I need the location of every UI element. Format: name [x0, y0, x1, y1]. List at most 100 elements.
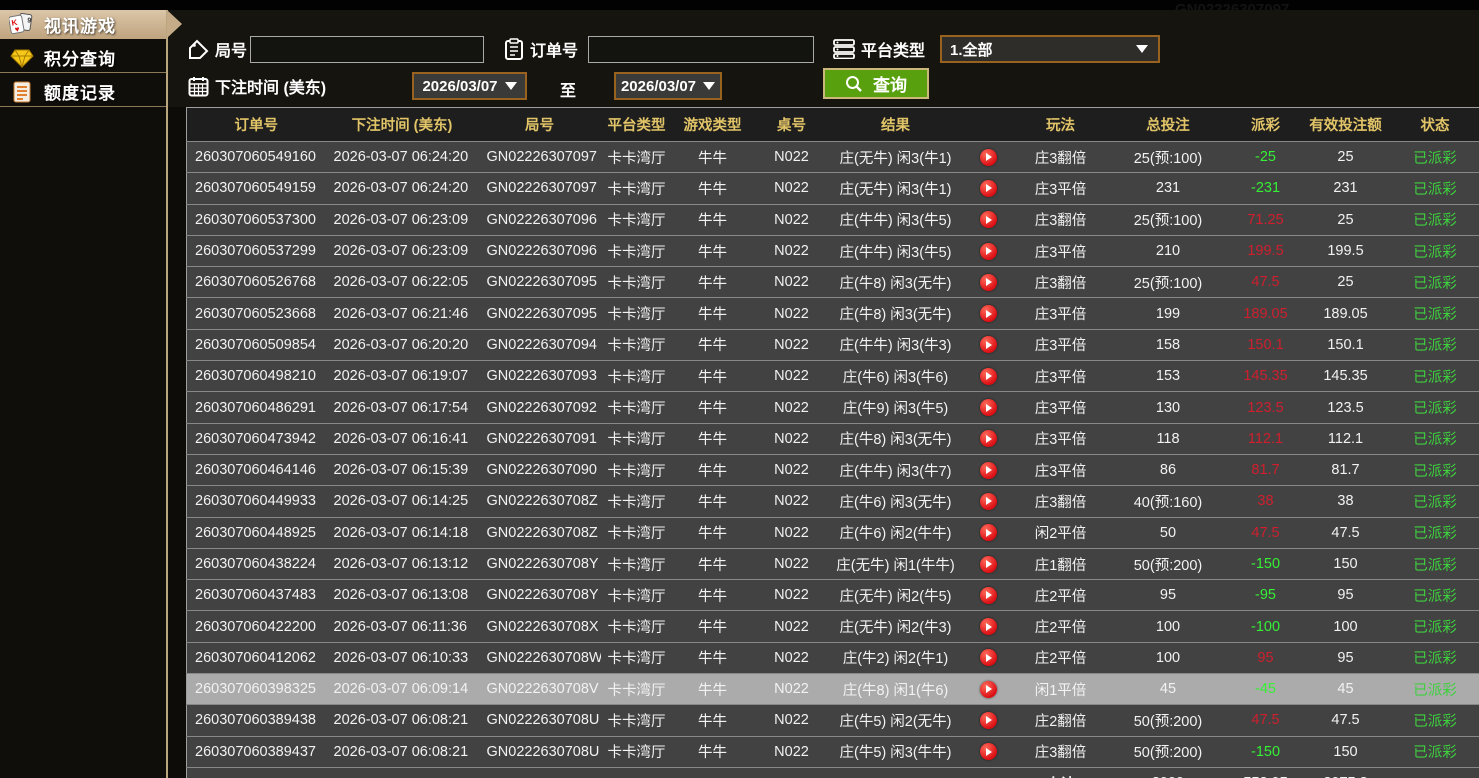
cell-total-bet: 210 — [1106, 235, 1231, 266]
cell-play-type: 庄3平倍 — [1016, 298, 1106, 329]
cell-table-number: N022 — [753, 705, 831, 736]
cell-round-number: GN0222630708X — [479, 611, 601, 642]
cell-total-bet: 95 — [1106, 580, 1231, 611]
table-row[interactable]: 2603070603894382026-03-07 06:08:21GN0222… — [187, 705, 1479, 736]
table-row[interactable]: 2603070603983252026-03-07 06:09:14GN0222… — [187, 674, 1479, 705]
cell-payout: 199.5 — [1231, 235, 1301, 266]
play-icon[interactable] — [980, 430, 997, 447]
play-icon[interactable] — [980, 211, 997, 228]
cell-payout: 145.35 — [1231, 361, 1301, 392]
sidebar-item-points-query[interactable]: 积分查询 — [0, 43, 166, 73]
cell-total-bet: 153 — [1106, 361, 1231, 392]
table-row[interactable]: 2603070605372992026-03-07 06:23:09GN0222… — [187, 235, 1479, 266]
cell-valid-bet: 81.7 — [1301, 454, 1391, 485]
table-row[interactable]: 2603070604862912026-03-07 06:17:54GN0222… — [187, 392, 1479, 423]
table-header: 订单号下注时间 (美东)局号平台类型游戏类型桌号结果玩法总投注派彩有效投注额状态 — [187, 108, 1479, 142]
play-icon[interactable] — [980, 743, 997, 760]
table-row[interactable]: 2603070605267682026-03-07 06:22:05GN0222… — [187, 267, 1479, 298]
play-icon[interactable] — [980, 712, 997, 729]
cell-game-type: 牛牛 — [673, 454, 753, 485]
table-row[interactable]: 2603070604120622026-03-07 06:10:33GN0222… — [187, 642, 1479, 673]
round-number-label: 局号 — [215, 37, 247, 61]
cell-valid-bet: 150 — [1301, 736, 1391, 767]
column-header: 游戏类型 — [673, 108, 753, 142]
cell-status: 已派彩 — [1391, 235, 1479, 266]
play-icon[interactable] — [980, 618, 997, 635]
cell-play-type: 闲2平倍 — [1016, 517, 1106, 548]
cell-bet-time: 2026-03-07 06:24:20 — [326, 142, 479, 173]
play-icon[interactable] — [980, 524, 997, 541]
sidebar-item-credit-records[interactable]: 额度记录 — [0, 77, 166, 107]
cell-play — [961, 517, 1016, 548]
chevron-down-icon — [505, 82, 517, 90]
play-icon[interactable] — [980, 681, 997, 698]
cell-play — [961, 642, 1016, 673]
play-icon[interactable] — [980, 180, 997, 197]
play-icon[interactable] — [980, 493, 997, 510]
sidebar-item-video-games[interactable]: 9 K ♥ 视讯游戏 — [0, 10, 166, 39]
cell-game-type: 牛牛 — [673, 423, 753, 454]
table-row[interactable]: 2603070604499332026-03-07 06:14:25GN0222… — [187, 486, 1479, 517]
table-row[interactable]: 2603070604382242026-03-07 06:13:12GN0222… — [187, 548, 1479, 579]
play-icon[interactable] — [980, 368, 997, 385]
table-row[interactable]: 2603070605373002026-03-07 06:23:09GN0222… — [187, 204, 1479, 235]
cell-platform-type: 卡卡湾厅 — [601, 486, 673, 517]
table-row[interactable]: 2603070605236682026-03-07 06:21:46GN0222… — [187, 298, 1479, 329]
cell-result: 庄(牛8) 闲1(牛6) — [831, 674, 961, 705]
cell-game-type: 牛牛 — [673, 361, 753, 392]
betting-records-screen: 9 K ♥ 视讯游戏 积分查询 — [0, 0, 1479, 778]
cell-platform-type: 卡卡湾厅 — [601, 736, 673, 767]
play-icon[interactable] — [980, 274, 997, 291]
cell-table-number: N022 — [753, 611, 831, 642]
table-row[interactable]: 2603070604982102026-03-07 06:19:07GN0222… — [187, 361, 1479, 392]
table-row[interactable]: 2603070604374832026-03-07 06:13:08GN0222… — [187, 580, 1479, 611]
cell-play — [961, 142, 1016, 173]
order-number-input[interactable] — [588, 36, 814, 63]
cell-play — [961, 298, 1016, 329]
cell-bet-time: 2026-03-07 06:11:36 — [326, 611, 479, 642]
cell-bet-time: 2026-03-07 06:08:21 — [326, 705, 479, 736]
table-row[interactable]: 2603070604489252026-03-07 06:14:18GN0222… — [187, 517, 1479, 548]
cell-status: 已派彩 — [1391, 642, 1479, 673]
play-icon[interactable] — [980, 399, 997, 416]
play-icon[interactable] — [980, 649, 997, 666]
cell-payout: 95 — [1231, 642, 1301, 673]
cell-play — [961, 736, 1016, 767]
table-row[interactable]: 2603070604222002026-03-07 06:11:36GN0222… — [187, 611, 1479, 642]
date-to-value: 2026/03/07 — [621, 78, 696, 95]
table-row[interactable]: 2603070604641462026-03-07 06:15:39GN0222… — [187, 454, 1479, 485]
play-icon[interactable] — [980, 587, 997, 604]
cell-valid-bet: 47.5 — [1301, 517, 1391, 548]
table-row[interactable]: 2603070605098542026-03-07 06:20:20GN0222… — [187, 329, 1479, 360]
table-row[interactable]: 2603070605491592026-03-07 06:24:20GN0222… — [187, 173, 1479, 204]
play-icon[interactable] — [980, 305, 997, 322]
play-icon[interactable] — [980, 462, 997, 479]
cell-play-type: 庄3平倍 — [1016, 454, 1106, 485]
play-icon[interactable] — [980, 336, 997, 353]
table-row[interactable]: 2603070604739422026-03-07 06:16:41GN0222… — [187, 423, 1479, 454]
date-to-select[interactable]: 2026/03/07 — [614, 72, 722, 100]
date-from-select[interactable]: 2026/03/07 — [412, 72, 527, 100]
play-icon[interactable] — [980, 243, 997, 260]
cell-order-number: 260307060464146 — [187, 454, 326, 485]
round-number-input[interactable] — [250, 36, 484, 63]
cell-payout: 150.1 — [1231, 329, 1301, 360]
play-icon[interactable] — [980, 149, 997, 166]
cell-round-number: GN02226307092 — [479, 392, 601, 423]
search-button[interactable]: 查询 — [823, 68, 929, 99]
cell-table-number: N022 — [753, 674, 831, 705]
cell-payout: -25 — [1231, 142, 1301, 173]
cell-play-type: 庄2翻倍 — [1016, 705, 1106, 736]
platform-type-select[interactable]: 1.全部 — [940, 35, 1160, 63]
cell-result: 庄(牛9) 闲3(牛5) — [831, 392, 961, 423]
play-icon[interactable] — [980, 556, 997, 573]
table-row[interactable]: 2603070605491602026-03-07 06:24:20GN0222… — [187, 142, 1479, 173]
cell-play-type: 庄1翻倍 — [1016, 548, 1106, 579]
cell-round-number: GN02226307091 — [479, 423, 601, 454]
cell-platform-type: 卡卡湾厅 — [601, 298, 673, 329]
cell-play-type: 庄3翻倍 — [1016, 204, 1106, 235]
cell-total-bet: 158 — [1106, 329, 1231, 360]
cell-payout: 47.5 — [1231, 705, 1301, 736]
table-row[interactable]: 2603070603894372026-03-07 06:08:21GN0222… — [187, 736, 1479, 767]
cell-result: 庄(无牛) 闲1(牛牛) — [831, 548, 961, 579]
